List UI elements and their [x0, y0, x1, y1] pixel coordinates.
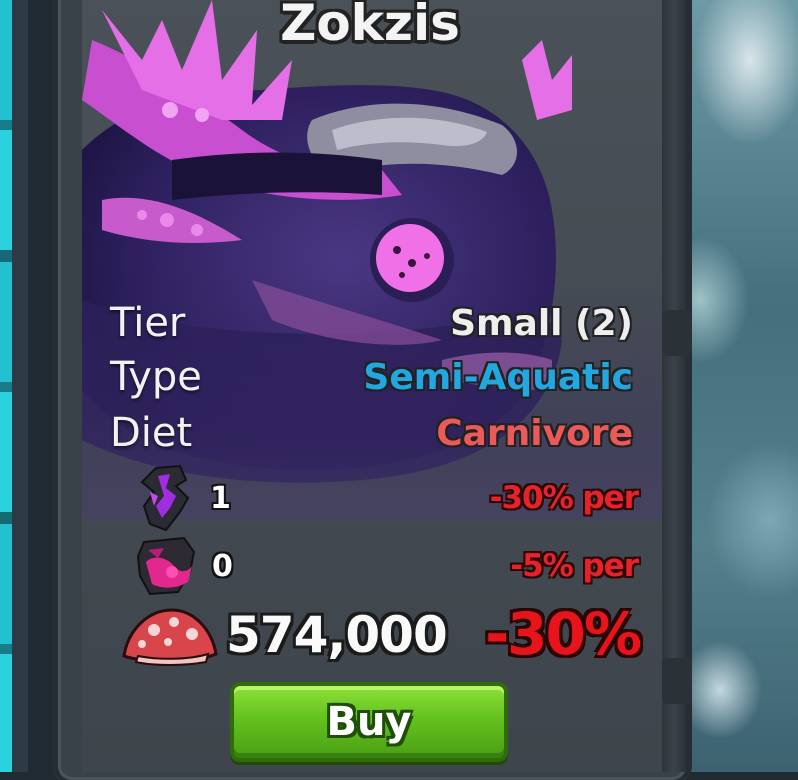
price-amount: 574,000 — [226, 606, 448, 664]
background-scenery — [670, 0, 798, 772]
purple-mutation-icon — [140, 464, 190, 532]
buy-button[interactable]: Buy — [230, 682, 508, 762]
pink-mutation-count: 0 — [212, 549, 233, 584]
diet-value: Carnivore — [436, 413, 633, 454]
card-right-border — [662, 0, 686, 772]
type-label: Type — [110, 354, 202, 400]
pink-mutation-penalty: -5% per — [510, 548, 639, 584]
price-discount: -30% — [485, 600, 642, 668]
tier-value: Small (2) — [450, 303, 633, 344]
mushroom-currency-icon — [122, 608, 218, 666]
type-value: Semi-Aquatic — [363, 357, 633, 398]
tier-label: Tier — [110, 300, 186, 346]
creature-name: Zokzis — [280, 0, 460, 52]
purple-mutation-penalty: -30% per — [489, 480, 639, 516]
card-notch — [662, 658, 692, 704]
card-notch — [662, 310, 692, 356]
left-neighbor-card-edge — [0, 0, 12, 772]
purple-mutation-count: 1 — [210, 481, 231, 516]
diet-label: Diet — [110, 410, 193, 456]
buy-button-label: Buy — [326, 699, 412, 745]
pink-mutation-icon — [136, 536, 196, 596]
